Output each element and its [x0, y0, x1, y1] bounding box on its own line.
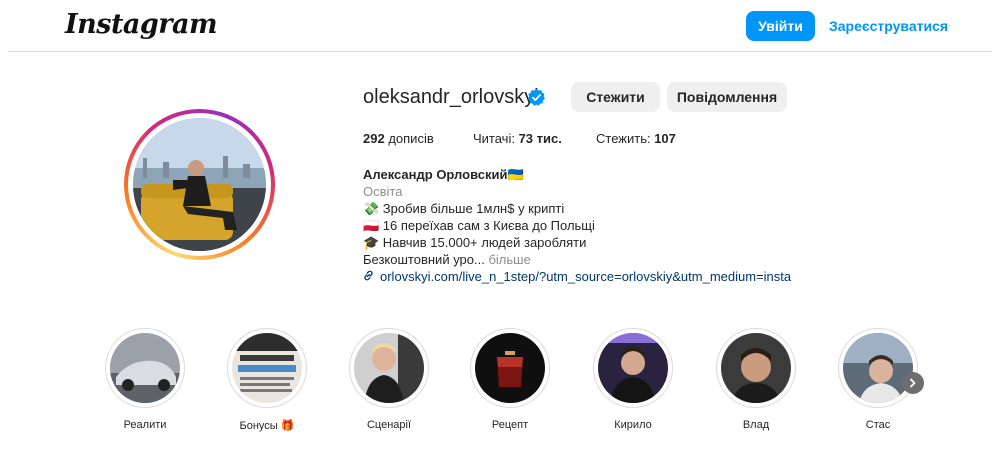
verified-badge-icon — [527, 88, 545, 106]
login-button[interactable]: Увійти — [746, 11, 815, 41]
chevron-right-icon[interactable] — [902, 372, 924, 394]
followers-count: 73 тис. — [518, 131, 562, 146]
following-stat[interactable]: Стежить: 107 — [596, 131, 676, 146]
followers-label: Читачі: — [473, 131, 515, 146]
message-button[interactable]: Повідомлення — [667, 82, 787, 112]
bio-line-truncated: Безкоштовний уро... більше — [363, 251, 531, 268]
man-photo — [843, 333, 913, 403]
car-photo — [110, 333, 180, 403]
bio-line: 💸 Зробив більше 1млн$ у крипті — [363, 201, 565, 216]
highlight-label: Кирило — [614, 419, 652, 431]
bio-line-text: Безкоштовний уро... — [363, 252, 485, 267]
highlight-label: Стас — [865, 419, 891, 431]
bio-line: 🇵🇱 16 переїхав сам з Києва до Польщі — [363, 218, 595, 233]
link-icon — [363, 270, 375, 287]
cocktail-photo — [475, 333, 545, 403]
avatar-photo — [133, 118, 266, 251]
signup-link[interactable]: Зареєструватися — [829, 18, 948, 34]
man-photo — [598, 333, 668, 403]
text-card-photo — [232, 333, 302, 403]
highlight-label: Реалити — [123, 419, 167, 431]
bio-line: 🎓 Навчив 15.000+ людей заробляти — [363, 235, 587, 250]
following-label: Стежить: — [596, 131, 651, 146]
highlight-item[interactable]: Рецепт — [470, 328, 550, 438]
following-count: 107 — [654, 131, 676, 146]
profile-avatar[interactable] — [124, 109, 275, 260]
man-photo — [354, 333, 424, 403]
bio-full-name: Александр Орловский🇺🇦 — [363, 167, 524, 182]
top-bar: Instagram Увійти Зареєструватися — [0, 0, 1000, 52]
profile-username: oleksandr_orlovskyi — [363, 86, 539, 108]
header-divider — [8, 51, 992, 52]
highlight-item[interactable]: Кирило — [593, 328, 673, 438]
follow-button[interactable]: Стежити — [571, 82, 660, 112]
posts-count: 292 — [363, 131, 385, 146]
posts-stat: 292 дописів — [363, 131, 434, 146]
highlight-label: Влад — [742, 419, 770, 431]
followers-stat[interactable]: Читачі: 73 тис. — [473, 131, 562, 146]
bio-category: Освіта — [363, 184, 403, 199]
posts-label: дописів — [388, 131, 434, 146]
man-photo — [721, 333, 791, 403]
highlight-label: Сценарії — [366, 419, 412, 431]
bio-link-text: orlovskyi.com/live_n_1step/?utm_source=o… — [380, 269, 792, 284]
highlight-item[interactable]: Сценарії — [349, 328, 429, 438]
bio-more-link[interactable]: більше — [485, 252, 530, 267]
bio-external-link[interactable]: orlovskyi.com/live_n_1step/?utm_source=o… — [363, 268, 791, 287]
highlight-label: Бонусы 🎁 — [239, 420, 295, 432]
highlight-item[interactable]: Реалити — [105, 328, 185, 438]
instagram-logo[interactable]: Instagram — [65, 9, 218, 40]
highlight-label: Рецепт — [491, 419, 529, 431]
highlight-item[interactable]: Бонусы 🎁 — [227, 328, 307, 438]
highlight-item[interactable]: Влад — [716, 328, 796, 438]
